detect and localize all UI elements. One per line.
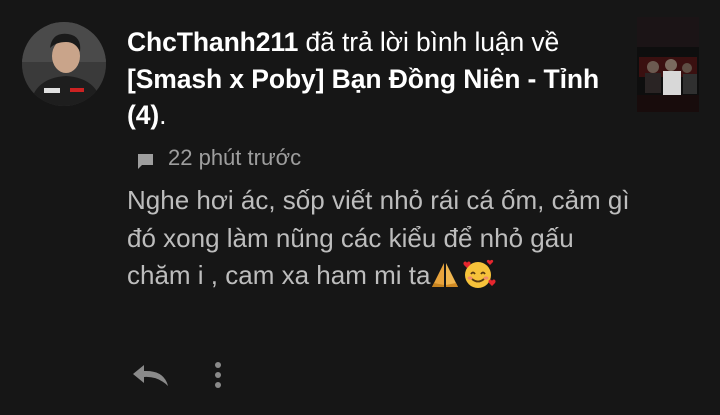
more-options-button[interactable]	[208, 355, 228, 395]
video-thumbnail-icon	[637, 17, 699, 112]
action-text: đã trả lời bình luận về	[298, 27, 560, 57]
comment-icon	[137, 150, 154, 169]
smiling-face-with-hearts-emoji-icon	[460, 259, 496, 300]
video-thumbnail[interactable]	[637, 17, 699, 112]
video-title[interactable]: [Smash x Poby] Bạn Đồng Niên - Tỉnh (4)	[127, 64, 599, 131]
comment-content: Nghe hơi ác, sốp viết nhỏ rái cá ốm, cảm…	[127, 185, 630, 290]
notification-item[interactable]: ChcThanh211 đã trả lời bình luận về [Sma…	[0, 0, 720, 415]
title-end: .	[159, 100, 167, 130]
more-vertical-icon	[215, 362, 221, 388]
reply-icon	[133, 365, 168, 386]
comment-actions	[130, 355, 228, 395]
comment-meta: 22 phút trước	[137, 143, 301, 173]
comment-text: Nghe hơi ác, sốp viết nhỏ rái cá ốm, cảm…	[127, 182, 637, 300]
time-ago: 22 phút trước	[168, 145, 302, 170]
user-avatar-photo-icon	[22, 22, 106, 106]
username[interactable]: ChcThanh211	[127, 27, 298, 57]
reply-button[interactable]	[130, 355, 174, 395]
avatar[interactable]	[22, 22, 106, 106]
notification-title: ChcThanh211 đã trả lời bình luận về [Sma…	[127, 24, 627, 134]
folded-hands-emoji-icon	[430, 261, 460, 300]
